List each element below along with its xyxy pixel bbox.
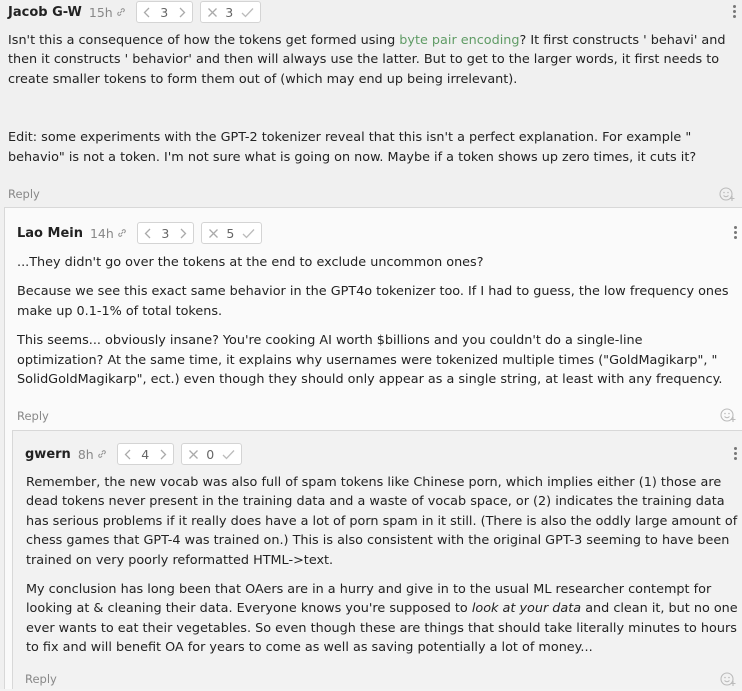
comment-meta: Lao Mein 14h 3 5 (17, 221, 262, 245)
reply-button[interactable]: Reply (25, 672, 57, 686)
comment-meta: gwern 8h 4 0 (25, 442, 242, 466)
comment-paragraph: This seems... obviously insane? You're c… (17, 333, 723, 388)
karma-score: 4 (141, 446, 150, 462)
comment-gwern: gwern 8h 4 0 Remember, the new vocab was… (12, 430, 742, 689)
vertical-dots-icon[interactable] (734, 447, 737, 462)
comment-paragraph: ...They didn't go over the tokens at the… (17, 255, 484, 270)
comment-body: Remember, the new vocab was also full of… (26, 473, 738, 658)
karma-vote: 4 (116, 443, 174, 465)
bpe-link[interactable]: byte pair encoding (399, 33, 519, 48)
comment-paragraph: Remember, the new vocab was also full of… (26, 475, 738, 568)
link-icon[interactable] (117, 228, 127, 238)
author-name[interactable]: gwern (25, 447, 71, 462)
chevron-left-icon[interactable] (144, 228, 151, 239)
karma-score: 3 (160, 4, 169, 20)
check-icon[interactable] (242, 228, 255, 239)
chevron-left-icon[interactable] (124, 449, 131, 460)
comment-body: ...They didn't go over the tokens at the… (17, 253, 729, 389)
karma-score: 3 (161, 225, 170, 241)
karma-vote: 3 (136, 222, 194, 244)
agreement-vote: 3 (199, 1, 261, 23)
agreement-vote: 0 (180, 443, 242, 465)
agreement-score: 3 (225, 4, 234, 20)
comment-body: Isn't this a consequence of how the toke… (8, 31, 734, 167)
vertical-dots-icon[interactable] (734, 226, 737, 241)
agreement-score: 5 (226, 225, 235, 241)
check-icon[interactable] (222, 449, 235, 460)
comment-paragraph: Because we see this exact same behavior … (17, 284, 729, 319)
author-name[interactable]: Jacob G-W (8, 5, 82, 20)
vertical-dots-icon[interactable] (733, 5, 736, 20)
link-icon[interactable] (116, 7, 126, 17)
comment-meta: Jacob G-W 15h 3 3 (8, 0, 261, 24)
agreement-vote: 5 (200, 222, 262, 244)
reply-button[interactable]: Reply (8, 187, 40, 201)
comment-paragraph: My conclusion has long been that OAers a… (26, 582, 738, 656)
karma-vote: 3 (135, 1, 193, 23)
cross-icon[interactable] (208, 228, 219, 239)
add-reaction-icon[interactable] (720, 407, 736, 423)
cross-icon[interactable] (188, 449, 199, 460)
add-reaction-icon[interactable] (720, 671, 736, 687)
check-icon[interactable] (241, 7, 254, 18)
chevron-right-icon[interactable] (160, 449, 167, 460)
chevron-right-icon[interactable] (180, 228, 187, 239)
agreement-score: 0 (206, 446, 215, 462)
link-icon[interactable] (97, 449, 107, 459)
chevron-left-icon[interactable] (143, 7, 150, 18)
reply-button[interactable]: Reply (17, 409, 49, 423)
chevron-right-icon[interactable] (179, 7, 186, 18)
cross-icon[interactable] (207, 7, 218, 18)
comment-paragraph: Edit: some experiments with the GPT-2 to… (8, 130, 697, 165)
comment-time[interactable]: 15h (89, 5, 113, 20)
author-name[interactable]: Lao Mein (17, 226, 83, 241)
add-reaction-icon[interactable] (719, 186, 735, 202)
comment-time[interactable]: 8h (78, 447, 94, 462)
comment-paragraph: Isn't this a consequence of how the toke… (8, 33, 726, 87)
emphasis-text: look at your data (471, 601, 582, 617)
comment-time[interactable]: 14h (90, 226, 114, 241)
